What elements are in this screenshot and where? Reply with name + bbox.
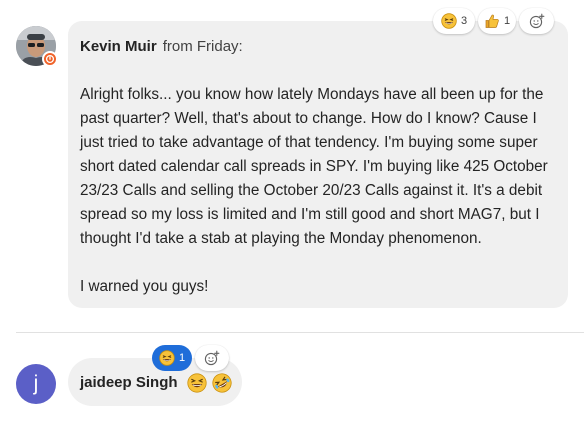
reaction-thumbs-up[interactable]: 1 [478, 8, 516, 34]
message-header: Kevin Muir from Friday: [80, 37, 243, 57]
reaction-count: 1 [178, 352, 186, 364]
thumbs-up-emoji-icon [485, 14, 499, 28]
laugh-emoji-icon [159, 350, 175, 366]
reaction-bar: 3 1 [433, 8, 554, 34]
reaction-count: 1 [503, 15, 511, 27]
rolling-on-floor-laughing-emoji-icon [211, 373, 232, 393]
status-badge-icon [42, 51, 58, 67]
message-content [186, 373, 232, 393]
reaction-count: 3 [460, 15, 468, 27]
add-reaction-icon [529, 13, 544, 29]
reaction-bar: 1 [152, 345, 229, 371]
avatar[interactable]: j [16, 364, 56, 404]
reaction-laugh-selected[interactable]: 1 [152, 345, 192, 371]
message-timestamp: from Friday: [162, 38, 243, 55]
add-reaction-button[interactable] [519, 8, 554, 34]
author-name[interactable]: Kevin Muir [80, 38, 157, 55]
add-reaction-button[interactable] [195, 345, 229, 371]
laughing-face-emoji-icon [186, 373, 207, 393]
message-body: Alright folks... you know how lately Mon… [80, 86, 548, 295]
add-reaction-icon [204, 350, 220, 366]
laugh-emoji-icon [441, 13, 457, 29]
message-header: jaideep Singh [80, 373, 232, 393]
reaction-laugh[interactable]: 3 [433, 8, 475, 34]
author-name[interactable]: jaideep Singh [80, 373, 178, 393]
message-divider [16, 332, 584, 333]
